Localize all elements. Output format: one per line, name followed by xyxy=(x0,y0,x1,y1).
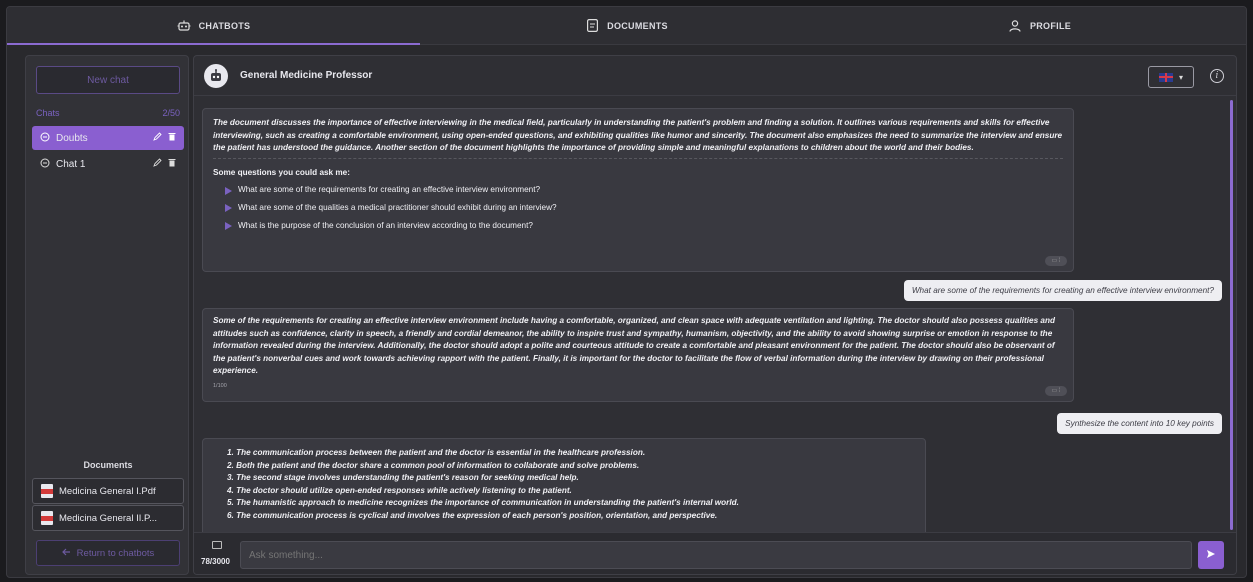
bot-message: The document discusses the importance of… xyxy=(202,108,1074,272)
tab-chatbots-label: CHATBOTS xyxy=(198,20,251,31)
chat-header: General Medicine Professor ▾ i xyxy=(194,56,1236,96)
trash-icon[interactable] xyxy=(168,132,176,144)
chat-bubble-icon xyxy=(40,158,50,171)
user-message: What are some of the requirements for cr… xyxy=(903,280,1222,301)
input-bar: 78/3000 xyxy=(194,532,1236,574)
list-item: 1. The communication process between the… xyxy=(227,448,646,457)
page-counter: 1/100 xyxy=(213,382,227,389)
tab-chatbots[interactable]: CHATBOTS xyxy=(7,7,420,45)
suggestion-label: What is the purpose of the conclusion of… xyxy=(238,220,533,230)
new-chat-label: New chat xyxy=(87,74,129,86)
chat-item-chat-1[interactable]: Chat 1 xyxy=(32,152,184,176)
chats-count: 2/50 xyxy=(162,108,180,118)
chats-label: Chats xyxy=(36,108,60,118)
message-text: Some of the requirements for creating an… xyxy=(213,316,1055,376)
send-button[interactable] xyxy=(1198,541,1224,569)
return-to-chatbots-button[interactable]: Return to chatbots xyxy=(36,540,180,566)
copy-badge[interactable]: ▭ ⁞ xyxy=(1045,256,1067,266)
documents-header: Documents xyxy=(83,460,133,470)
play-icon xyxy=(225,186,232,195)
divider xyxy=(213,157,1063,159)
document-item-label: Medicina General II.P... xyxy=(59,512,158,524)
list-item: 3. The second stage involves understandi… xyxy=(227,473,579,483)
document-item[interactable]: Medicina General II.P... xyxy=(32,505,184,531)
document-item-label: Medicina General I.Pdf xyxy=(59,485,156,497)
tab-documents-label: DOCUMENTS xyxy=(607,20,668,31)
bot-message: Some of the requirements for creating an… xyxy=(202,308,1074,402)
list-item: 4. The doctor should utilize open-ended … xyxy=(227,485,572,495)
message-input[interactable] xyxy=(240,541,1192,569)
list-item: 2. Both the patient and the doctor share… xyxy=(227,460,640,470)
chevron-down-icon: ▾ xyxy=(1178,72,1183,82)
app-window: CHATBOTS DOCUMENTS PROFILE New chat Chat… xyxy=(6,6,1247,578)
document-icon xyxy=(585,19,599,33)
chats-header: Chats 2/50 xyxy=(36,108,180,118)
suggestion-label: What are some of the requirements for cr… xyxy=(238,185,541,195)
bot-avatar xyxy=(204,63,228,88)
message-text: The document discusses the importance of… xyxy=(213,118,1063,153)
robot-icon xyxy=(177,19,191,33)
pdf-icon xyxy=(41,511,53,525)
suggestion-label: What are some of the qualities a medical… xyxy=(238,202,557,212)
tab-profile-label: PROFILE xyxy=(1029,20,1072,31)
suggestion-item[interactable]: What are some of the qualities a medical… xyxy=(225,202,1063,215)
return-label: Return to chatbots xyxy=(76,547,155,559)
uk-flag-icon xyxy=(1158,72,1173,82)
play-icon xyxy=(225,221,232,230)
return-arrow-icon xyxy=(61,548,71,559)
sidebar: New chat Chats 2/50 Doubts Chat 1 Docume… xyxy=(25,55,189,575)
message-text: Synthesize the content into 10 key point… xyxy=(1065,419,1214,428)
document-item[interactable]: Medicina General I.Pdf xyxy=(32,478,184,504)
chat-item-doubts[interactable]: Doubts xyxy=(32,126,184,150)
chat-item-label: Chat 1 xyxy=(56,158,86,170)
suggestions-header: Some questions you could ask me: xyxy=(213,167,350,177)
new-chat-button[interactable]: New chat xyxy=(36,66,180,94)
scrollbar[interactable] xyxy=(1230,100,1233,530)
send-icon xyxy=(1206,546,1216,564)
language-select[interactable]: ▾ xyxy=(1148,66,1194,88)
user-icon xyxy=(1008,19,1022,33)
suggestion-item[interactable]: What are some of the requirements for cr… xyxy=(225,184,1063,197)
chat-bubble-icon xyxy=(40,132,50,145)
top-nav: CHATBOTS DOCUMENTS PROFILE xyxy=(7,7,1246,45)
list-item: 6. The communication process is cyclical… xyxy=(227,510,718,520)
chat-panel: General Medicine Professor ▾ i The docum… xyxy=(193,55,1237,575)
message-text: What are some of the requirements for cr… xyxy=(911,286,1214,295)
tab-profile[interactable]: PROFILE xyxy=(833,7,1246,44)
message-icon xyxy=(212,541,222,549)
user-message: Synthesize the content into 10 key point… xyxy=(1057,413,1222,434)
list-item: 5. The humanistic approach to medicine r… xyxy=(227,498,739,508)
edit-icon[interactable] xyxy=(153,132,162,144)
bot-name: General Medicine Professor xyxy=(240,70,373,81)
char-counter: 78/3000 xyxy=(201,557,230,566)
trash-icon[interactable] xyxy=(168,158,176,170)
info-icon[interactable]: i xyxy=(1210,69,1224,83)
copy-badge[interactable]: ▭ ⁞ xyxy=(1045,386,1067,396)
suggestion-item[interactable]: What is the purpose of the conclusion of… xyxy=(225,220,1063,233)
play-icon xyxy=(225,204,232,213)
pdf-icon xyxy=(41,484,53,498)
chat-item-label: Doubts xyxy=(56,132,88,144)
tab-documents[interactable]: DOCUMENTS xyxy=(420,7,833,44)
edit-icon[interactable] xyxy=(153,158,162,170)
